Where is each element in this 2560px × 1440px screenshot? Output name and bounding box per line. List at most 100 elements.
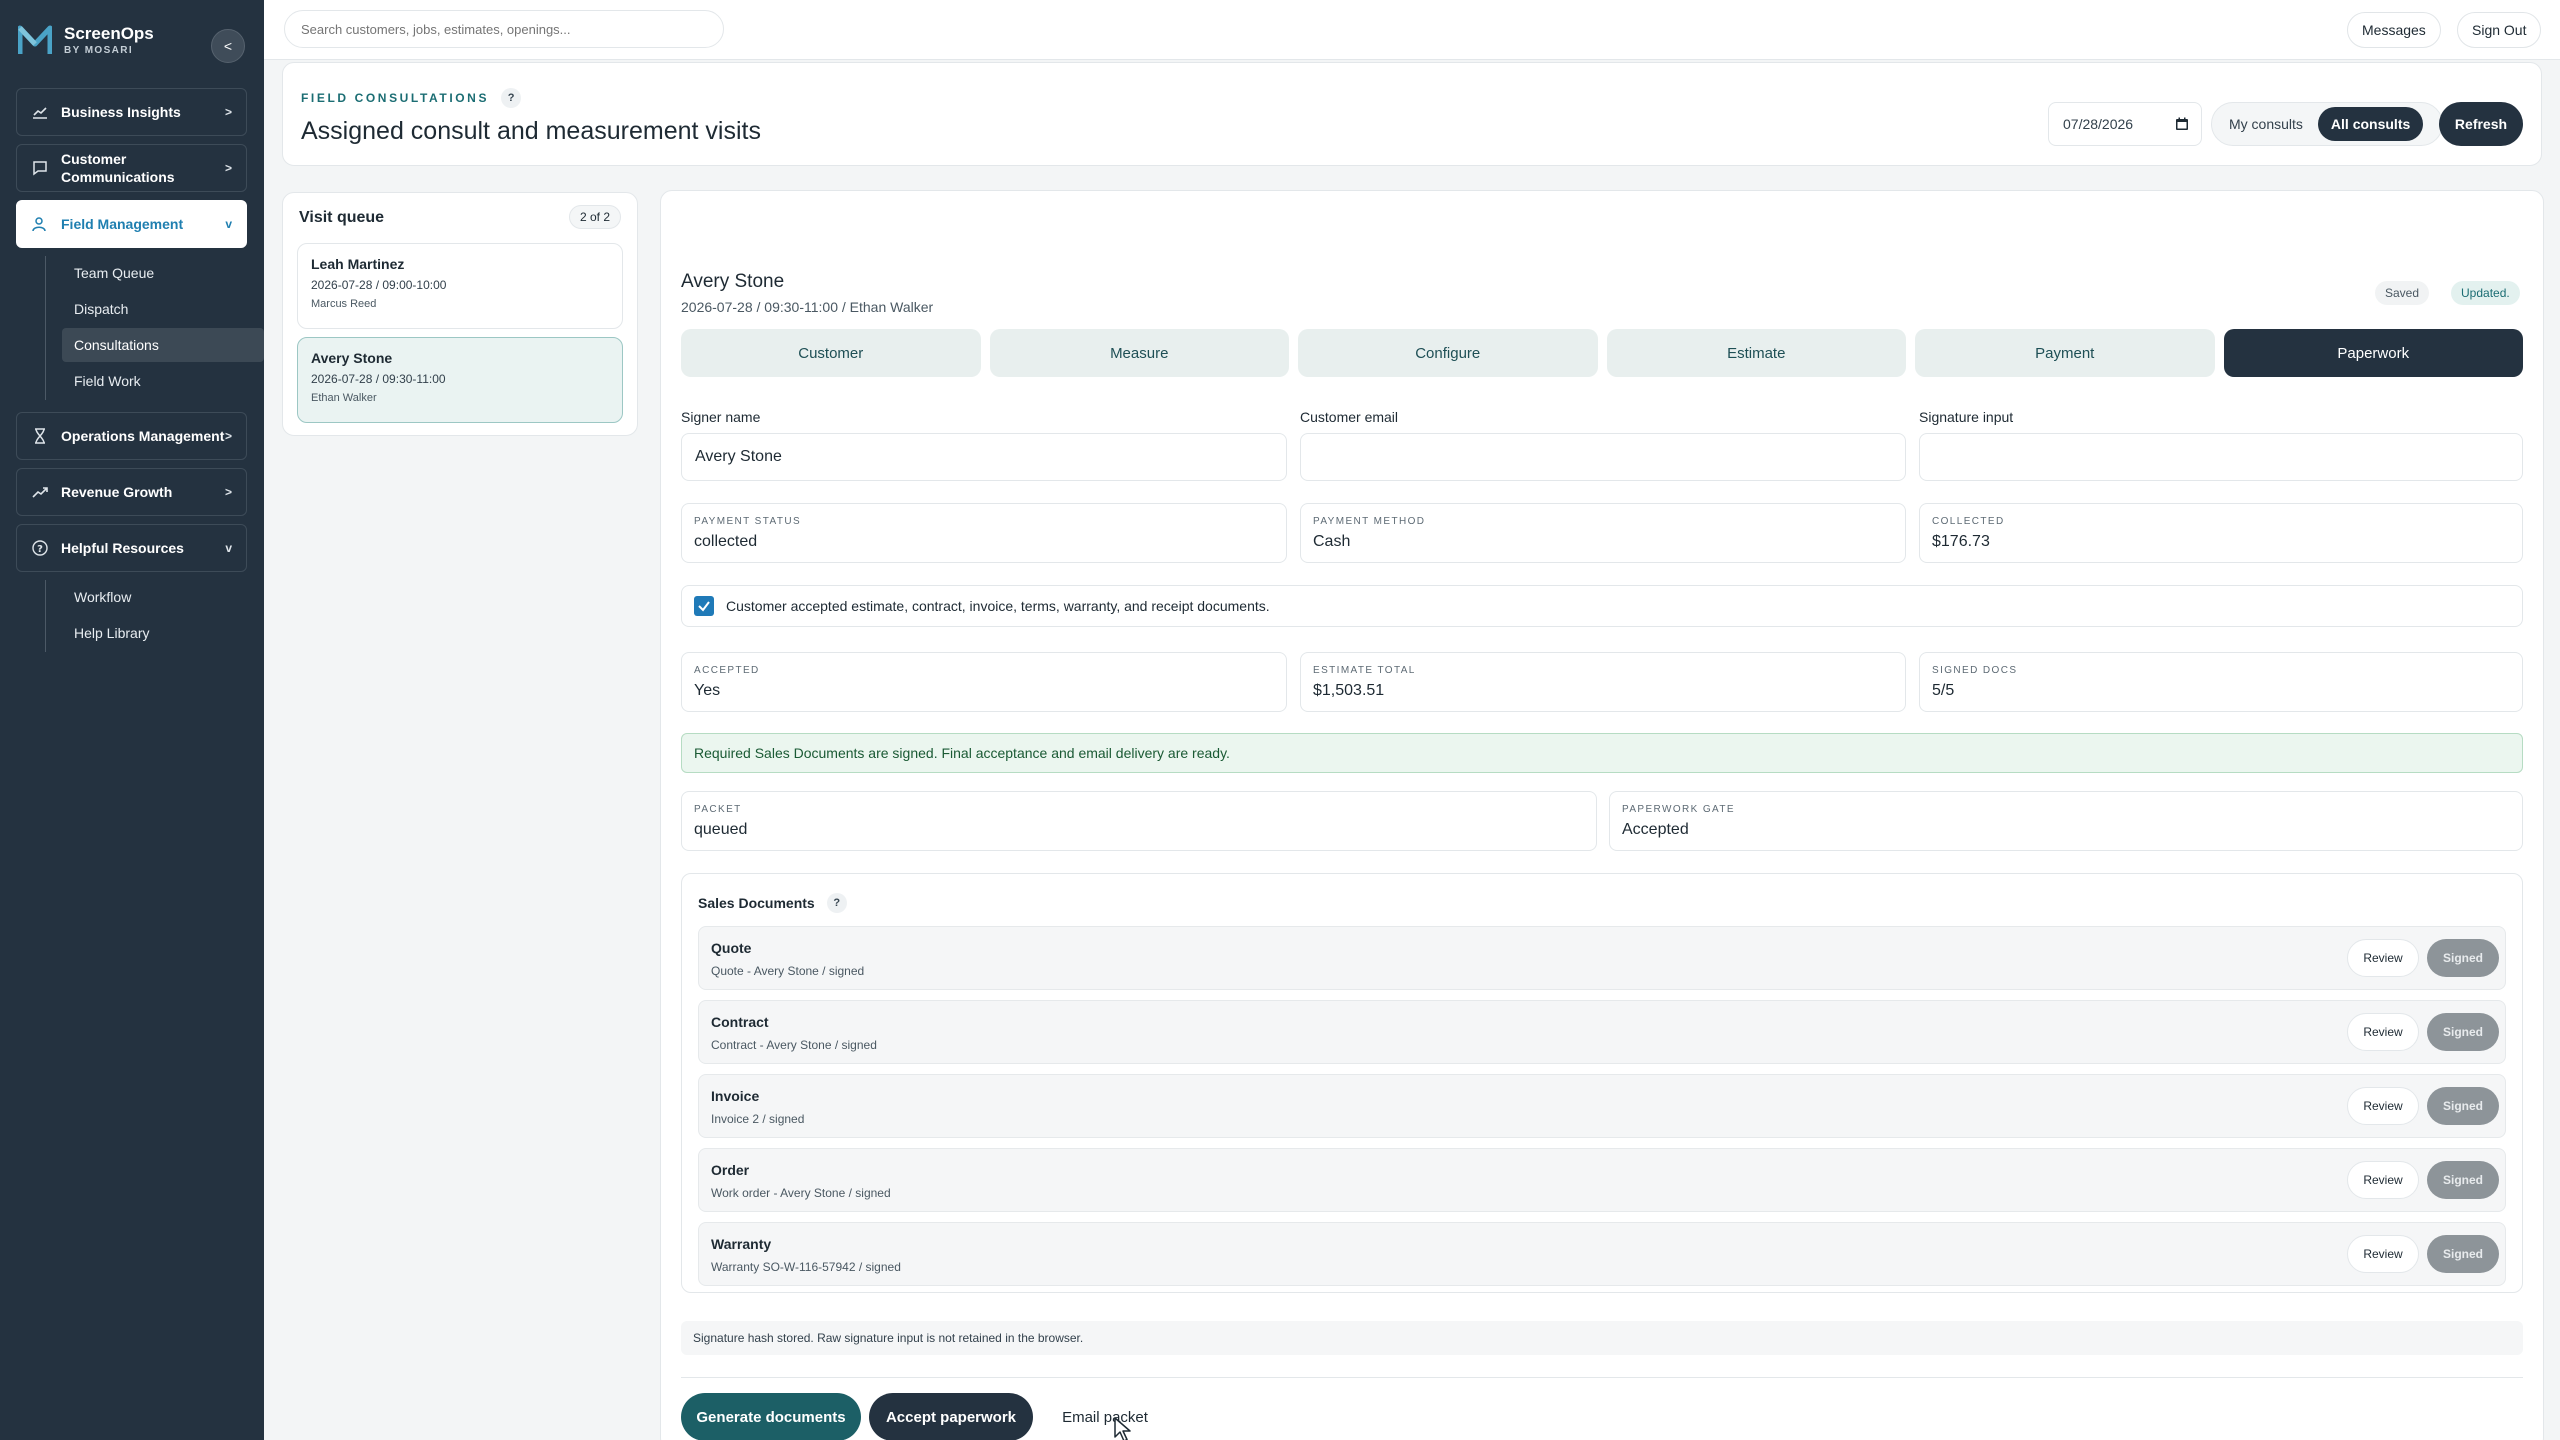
review-button[interactable]: Review: [2347, 1161, 2419, 1199]
tab-measure[interactable]: Measure: [989, 329, 1289, 377]
subnav-field-work[interactable]: Field Work: [62, 364, 264, 398]
signer-name-field[interactable]: Avery Stone: [681, 433, 1287, 481]
estimate-total-stat: ESTIMATE TOTAL $1,503.51: [1300, 652, 1906, 712]
chat-bubble-icon: [31, 160, 49, 176]
document-name: Order: [711, 1162, 750, 1178]
page-header: FIELD CONSULTATIONS ? Assigned consult a…: [282, 62, 2542, 166]
signed-button[interactable]: Signed: [2427, 1013, 2499, 1051]
signed-button[interactable]: Signed: [2427, 1235, 2499, 1273]
visit-card[interactable]: Leah Martinez 2026-07-28 / 09:00-10:00 M…: [297, 243, 623, 329]
nav-label: Revenue Growth: [61, 484, 173, 500]
document-detail: Warranty SO-W-116-57942 / signed: [711, 1260, 901, 1274]
stat-key: SIGNED DOCS: [1932, 665, 2018, 676]
my-consults-button[interactable]: My consults: [2216, 107, 2316, 141]
tab-customer[interactable]: Customer: [681, 329, 981, 377]
saved-chip: Saved: [2375, 281, 2430, 305]
visit-card-selected[interactable]: Avery Stone 2026-07-28 / 09:30-11:00 Eth…: [297, 337, 623, 423]
nav-label: Field Management: [61, 216, 184, 232]
tab-configure[interactable]: Configure: [1298, 329, 1598, 377]
visit-detail-panel: Avery Stone 2026-07-28 / 09:30-11:00 / E…: [660, 190, 2544, 1440]
visit-customer-name: Avery Stone: [311, 350, 393, 366]
page-eyebrow: FIELD CONSULTATIONS ?: [301, 88, 522, 108]
line-chart-icon: [31, 105, 49, 119]
visit-time: 2026-07-28 / 09:00-10:00: [311, 278, 447, 292]
packet-stat: PACKET queued: [681, 791, 1597, 851]
document-row-warranty: Warranty Warranty SO-W-116-57942 / signe…: [698, 1222, 2506, 1286]
messages-button[interactable]: Messages: [2347, 12, 2441, 48]
nav-label: Helpful Resources: [61, 540, 184, 556]
date-value: 07/28/2026: [2063, 116, 2134, 132]
stat-value: $176.73: [1932, 533, 1990, 550]
global-search-input[interactable]: [284, 10, 724, 48]
signature-input-field[interactable]: [1919, 433, 2523, 481]
subnav-team-queue[interactable]: Team Queue: [62, 256, 264, 290]
mouse-cursor-icon: [1114, 1417, 1131, 1440]
review-button[interactable]: Review: [2347, 1087, 2419, 1125]
review-button[interactable]: Review: [2347, 939, 2419, 977]
nav-helpful-resources[interactable]: ? Helpful Resources v: [16, 524, 247, 572]
nav-business-insights[interactable]: Business Insights >: [16, 88, 247, 136]
updated-chip: Updated.: [2451, 281, 2520, 305]
signed-button[interactable]: Signed: [2427, 1161, 2499, 1199]
generate-documents-button[interactable]: Generate documents: [681, 1393, 861, 1440]
brand[interactable]: ScreenOps BY MOSARI: [18, 24, 154, 58]
help-icon[interactable]: ?: [501, 88, 522, 108]
collapse-sidebar-button[interactable]: <: [211, 29, 245, 63]
help-circle-icon: ?: [31, 540, 49, 556]
refresh-button[interactable]: Refresh: [2439, 102, 2523, 146]
stat-value: Accepted: [1622, 821, 1689, 838]
sign-out-button[interactable]: Sign Out: [2457, 12, 2542, 48]
customer-email-field[interactable]: [1300, 433, 1906, 481]
tab-payment[interactable]: Payment: [1915, 329, 2215, 377]
document-row-quote: Quote Quote - Avery Stone / signed Revie…: [698, 926, 2506, 990]
nav-revenue-growth[interactable]: Revenue Growth >: [16, 468, 247, 516]
subnav-dispatch[interactable]: Dispatch: [62, 292, 264, 326]
signer-name-label: Signer name: [681, 409, 761, 425]
review-button[interactable]: Review: [2347, 1235, 2419, 1273]
subnav-help-library[interactable]: Help Library: [62, 616, 264, 650]
document-name: Quote: [711, 940, 752, 956]
nav-operations-management[interactable]: Operations Management >: [16, 412, 247, 460]
stat-value: $1,503.51: [1313, 682, 1385, 699]
all-consults-button[interactable]: All consults: [2317, 107, 2424, 141]
tab-estimate[interactable]: Estimate: [1606, 329, 1906, 377]
visit-technician: Marcus Reed: [311, 298, 377, 310]
nav-field-management[interactable]: Field Management v: [16, 200, 247, 248]
acceptance-checkbox[interactable]: [694, 596, 714, 616]
signed-button[interactable]: Signed: [2427, 939, 2499, 977]
sales-documents-label: Sales Documents: [698, 895, 815, 911]
acceptance-row: Customer accepted estimate, contract, in…: [681, 585, 2523, 627]
help-icon[interactable]: ?: [826, 893, 847, 913]
payment-method-stat: PAYMENT METHOD Cash: [1300, 503, 1906, 563]
nav-customer-communications[interactable]: Customer Communications >: [16, 144, 247, 192]
success-banner: Required Sales Documents are signed. Fin…: [681, 733, 2523, 773]
document-name: Invoice: [711, 1088, 760, 1104]
stat-value: Cash: [1313, 533, 1351, 550]
subnav-workflow[interactable]: Workflow: [62, 580, 264, 614]
field-management-subnav: Team Queue Dispatch Consultations Field …: [45, 256, 264, 400]
mosari-logo-icon: [18, 25, 52, 54]
stat-key: PAPERWORK GATE: [1622, 804, 1735, 815]
stat-key: PAYMENT STATUS: [694, 516, 802, 527]
accept-paperwork-button[interactable]: Accept paperwork: [869, 1393, 1033, 1440]
brand-subtitle: BY MOSARI: [64, 45, 134, 56]
date-picker[interactable]: 07/28/2026: [2048, 102, 2202, 146]
sales-documents-title: Sales Documents ?: [698, 893, 847, 913]
email-packet-button[interactable]: Email packet: [1041, 1393, 1169, 1440]
calendar-icon[interactable]: [2175, 117, 2189, 131]
eyebrow-label: FIELD CONSULTATIONS: [301, 91, 490, 105]
subnav-consultations[interactable]: Consultations: [62, 328, 264, 362]
signature-note: Signature hash stored. Raw signature inp…: [681, 1321, 2523, 1355]
stat-key: ACCEPTED: [694, 665, 760, 676]
chevron-right-icon: >: [224, 485, 232, 499]
tab-paperwork[interactable]: Paperwork: [2223, 329, 2523, 377]
visit-queue: Visit queue 2 of 2 Leah Martinez 2026-07…: [282, 192, 638, 436]
checkmark-icon: [698, 601, 710, 612]
review-button[interactable]: Review: [2347, 1013, 2419, 1051]
stat-key: PAYMENT METHOD: [1313, 516, 1426, 527]
chevron-right-icon: >: [224, 161, 232, 175]
signed-button[interactable]: Signed: [2427, 1087, 2499, 1125]
customer-name: Avery Stone: [681, 271, 785, 292]
stat-value: collected: [694, 533, 758, 550]
consult-filter-toggle: My consults All consults: [2211, 102, 2443, 146]
